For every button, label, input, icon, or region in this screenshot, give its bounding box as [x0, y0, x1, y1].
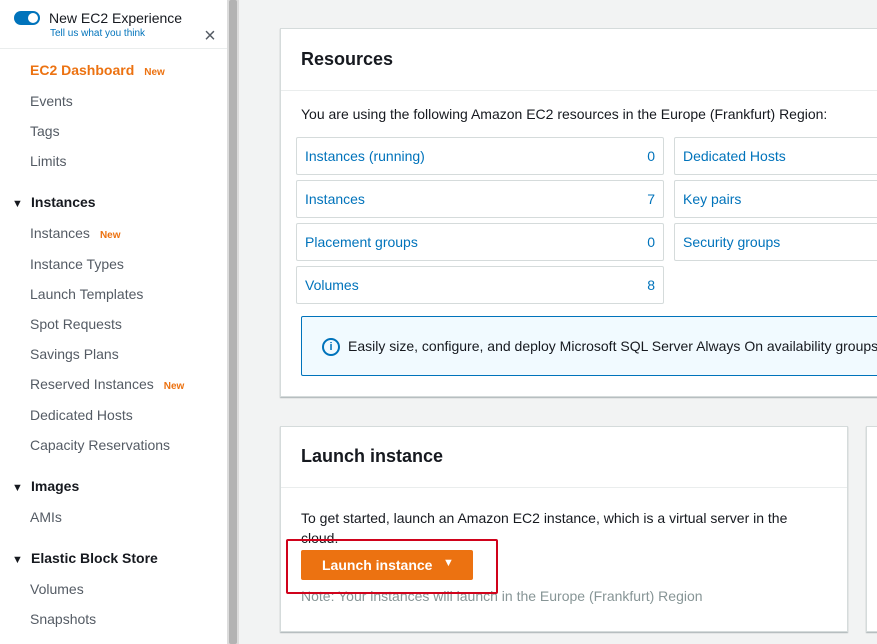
resource-volumes[interactable]: Volumes 8 — [296, 266, 664, 304]
resource-count: 8 — [647, 277, 655, 293]
new-badge: New — [144, 67, 165, 78]
sidebar-scrollbar[interactable] — [227, 0, 239, 644]
sidebar-item-savings-plans[interactable]: Savings Plans — [30, 346, 119, 362]
resource-instances-running[interactable]: Instances (running) 0 — [296, 137, 664, 175]
info-text: Easily size, configure, and deploy Micro… — [348, 338, 877, 354]
resources-title: Resources — [301, 49, 394, 69]
resource-security-groups[interactable]: Security groups — [674, 223, 877, 261]
sidebar-item-label: EC2 Dashboard — [30, 62, 135, 78]
sidebar-item-spot-requests[interactable]: Spot Requests — [30, 316, 122, 332]
sidebar-item-label: Reserved Instances — [30, 376, 154, 392]
info-alert: i Easily size, configure, and deploy Mic… — [301, 316, 877, 376]
sidebar-item-limits[interactable]: Limits — [30, 153, 67, 169]
resource-dedicated-hosts[interactable]: Dedicated Hosts — [674, 137, 877, 175]
toggle-knob — [28, 13, 38, 23]
resources-intro: You are using the following Amazon EC2 r… — [301, 106, 828, 122]
resource-label: Placement groups — [305, 234, 418, 250]
button-label: Launch instance — [322, 557, 433, 573]
scrollbar-thumb[interactable] — [229, 0, 237, 644]
sidebar-item-launch-templates[interactable]: Launch Templates — [30, 286, 143, 302]
resource-placement-groups[interactable]: Placement groups 0 — [296, 223, 664, 261]
section-instances[interactable]: ▼ Instances — [12, 194, 96, 210]
section-title: Elastic Block Store — [31, 550, 158, 566]
section-elastic-block-store[interactable]: ▼ Elastic Block Store — [12, 550, 158, 566]
sidebar-item-dedicated-hosts[interactable]: Dedicated Hosts — [30, 407, 133, 423]
launch-instance-button[interactable]: Launch instance ▼ — [301, 550, 473, 580]
sidebar-item-events[interactable]: Events — [30, 93, 73, 109]
resource-label: Security groups — [683, 234, 781, 250]
section-title: Instances — [31, 194, 96, 210]
toggle-title: New EC2 Experience — [49, 10, 183, 26]
resource-key-pairs[interactable]: Key pairs — [674, 180, 877, 218]
resource-label: Instances — [305, 191, 365, 207]
resource-label: Key pairs — [683, 191, 742, 207]
sidebar-item-snapshots[interactable]: Snapshots — [30, 611, 96, 627]
new-badge: New — [99, 230, 121, 241]
feedback-link[interactable]: Tell us what you think — [50, 28, 145, 39]
main-content: Resources You are using the following Am… — [240, 0, 877, 644]
adjacent-panel-edge — [866, 426, 877, 632]
launch-instance-panel: Launch instance To get started, launch a… — [280, 426, 848, 632]
launch-note: Note: Your instances will launch in the … — [301, 588, 703, 604]
section-title: Images — [31, 478, 80, 494]
sidebar-item-instances[interactable]: Instances New — [30, 225, 121, 241]
sidebar: New EC2 Experience Tell us what you thin… — [0, 0, 228, 644]
dropdown-caret-icon[interactable]: ▼ — [443, 557, 454, 569]
sidebar-item-volumes[interactable]: Volumes — [30, 581, 84, 597]
caret-down-icon: ▼ — [12, 198, 23, 210]
section-images[interactable]: ▼ Images — [12, 478, 79, 494]
sidebar-item-label: Instances — [30, 225, 90, 241]
panel-divider — [281, 90, 877, 91]
resource-label: Dedicated Hosts — [683, 148, 786, 164]
caret-down-icon: ▼ — [12, 482, 23, 494]
new-badge: New — [163, 381, 185, 392]
resource-label: Volumes — [305, 277, 359, 293]
launch-description: To get started, launch an Amazon EC2 ins… — [301, 510, 788, 546]
new-experience-toggle[interactable] — [14, 11, 40, 25]
sidebar-item-amis[interactable]: AMIs — [30, 509, 62, 525]
sidebar-item-tags[interactable]: Tags — [30, 123, 60, 139]
panel-divider — [281, 487, 847, 488]
sidebar-item-instance-types[interactable]: Instance Types — [30, 256, 124, 272]
sidebar-item-ec2-dashboard[interactable]: EC2 Dashboard New — [30, 62, 165, 78]
resource-instances[interactable]: Instances 7 — [296, 180, 664, 218]
caret-down-icon: ▼ — [12, 554, 23, 566]
resource-count: 0 — [647, 234, 655, 250]
close-icon[interactable]: × — [199, 25, 221, 47]
new-experience-toggle-row: New EC2 Experience Tell us what you thin… — [14, 9, 216, 47]
sidebar-item-capacity-reservations[interactable]: Capacity Reservations — [30, 437, 170, 453]
resource-label: Instances (running) — [305, 148, 425, 164]
info-icon: i — [322, 338, 340, 356]
sidebar-item-reserved-instances[interactable]: Reserved Instances New — [30, 376, 184, 392]
resources-panel: Resources You are using the following Am… — [280, 28, 877, 397]
resource-count: 7 — [647, 191, 655, 207]
launch-title: Launch instance — [301, 446, 444, 466]
resource-count: 0 — [647, 148, 655, 164]
sidebar-divider — [0, 48, 227, 49]
